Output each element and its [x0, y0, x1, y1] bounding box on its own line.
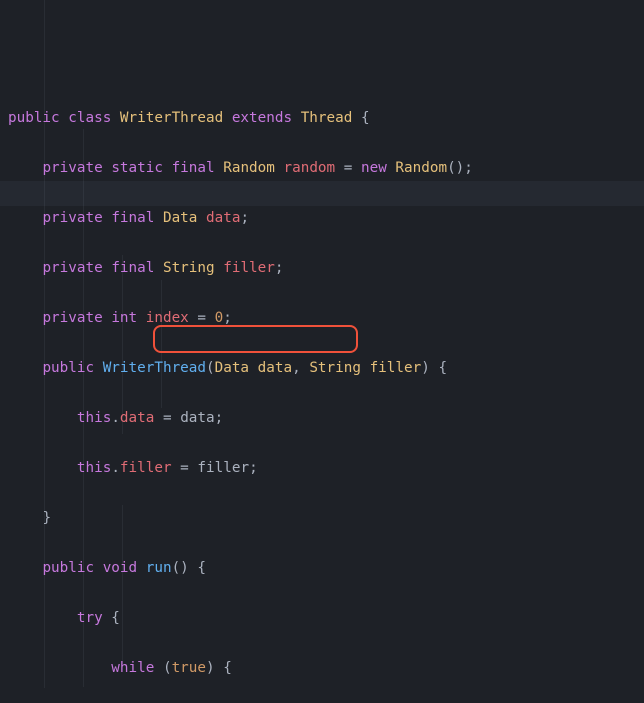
code-editor[interactable]: public class WriterThread extends Thread…	[0, 0, 644, 703]
code-line: private static final Random random = new…	[4, 156, 644, 181]
code-line: this.data = data;	[4, 406, 644, 431]
code-line: private final Data data;	[4, 206, 644, 231]
code-line: }	[4, 506, 644, 531]
code-line: private final String filler;	[4, 256, 644, 281]
code-line: public WriterThread(Data data, String fi…	[4, 356, 644, 381]
current-line-highlight	[0, 181, 644, 206]
code-line: private int index = 0;	[4, 306, 644, 331]
code-line: try {	[4, 606, 644, 631]
code-line: public class WriterThread extends Thread…	[4, 106, 644, 131]
code-line: this.filler = filler;	[4, 456, 644, 481]
code-line: public void run() {	[4, 556, 644, 581]
code-line: while (true) {	[4, 656, 644, 681]
